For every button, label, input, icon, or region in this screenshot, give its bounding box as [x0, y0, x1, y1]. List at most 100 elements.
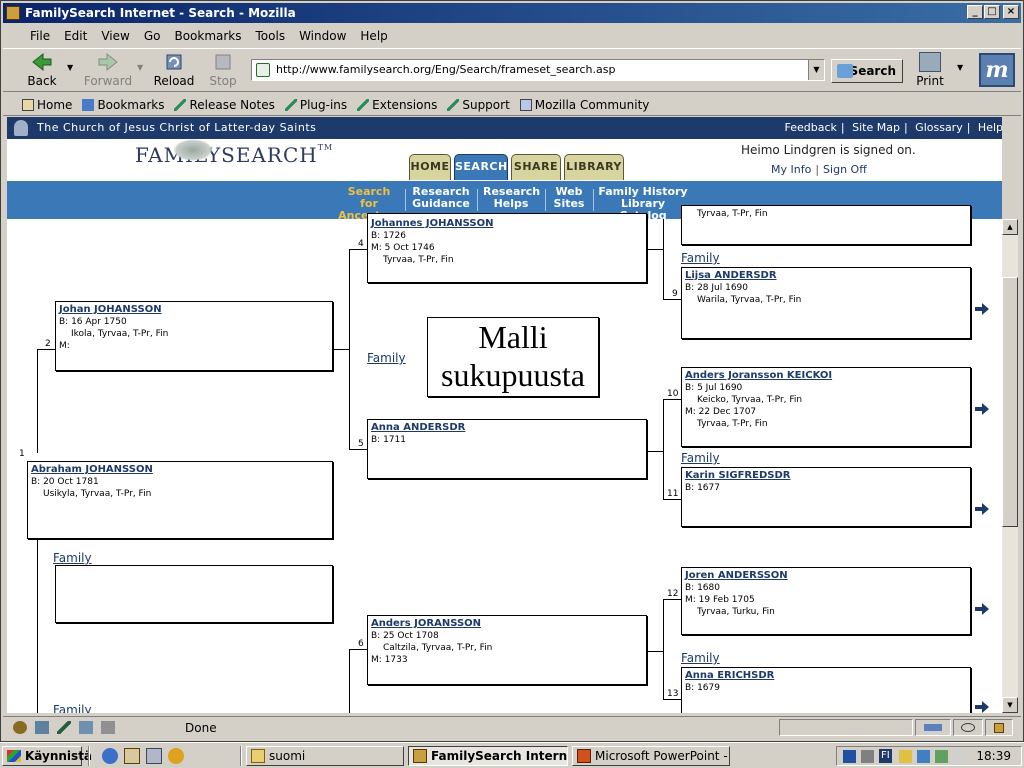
person-name[interactable]: Anders Joransson KEICKOI: [685, 370, 967, 382]
tab-search[interactable]: SEARCH: [454, 154, 508, 180]
family-link[interactable]: Family: [681, 251, 720, 265]
familysearch-logo[interactable]: FAMILYSEARCHTM: [135, 139, 333, 167]
family-link[interactable]: Family: [53, 703, 92, 713]
arrow-right-icon[interactable]: [975, 503, 989, 515]
tab-share[interactable]: SHARE: [511, 154, 561, 180]
help-link[interactable]: Help: [974, 121, 1002, 134]
menu-bookmarks[interactable]: Bookmarks: [167, 29, 248, 43]
network-icon[interactable]: [843, 750, 856, 763]
title-bar[interactable]: FamilySearch Internet - Search - Mozilla…: [3, 3, 1021, 23]
mail-icon[interactable]: [35, 721, 49, 734]
menu-edit[interactable]: Edit: [57, 29, 94, 43]
person-box-10[interactable]: Anders Joransson KEICKOI B: 5 Jul 1690 K…: [681, 367, 971, 447]
print-dropdown-icon[interactable]: ▼: [957, 63, 963, 72]
internet-explorer-icon[interactable]: [102, 748, 118, 764]
person-name[interactable]: Lijsa ANDERSDR: [685, 270, 967, 282]
menu-go[interactable]: Go: [137, 29, 168, 43]
person-name[interactable]: Anna ANDERSDR: [371, 422, 643, 434]
tab-home[interactable]: HOME: [409, 154, 451, 180]
menu-file[interactable]: File: [23, 29, 57, 43]
scroll-down-icon[interactable]: ▼: [1002, 697, 1018, 713]
person-box-13[interactable]: Anna ERICHSDR B: 1679: [681, 667, 971, 713]
person-box-spouse-empty[interactable]: [55, 565, 333, 623]
menu-tools[interactable]: Tools: [249, 29, 293, 43]
forward-button[interactable]: Forward: [83, 52, 133, 88]
show-desktop-icon[interactable]: [146, 748, 162, 764]
person-box-9[interactable]: Lijsa ANDERSDR B: 28 Jul 1690 Warila, Ty…: [681, 267, 971, 339]
tray-app-icon[interactable]: [953, 750, 966, 763]
family-link[interactable]: Family: [681, 651, 720, 665]
subnav-web-sites[interactable]: Web Sites: [549, 186, 589, 210]
start-button[interactable]: Käynnistä: [2, 746, 92, 766]
minimize-button[interactable]: _: [967, 5, 983, 19]
person-box-12[interactable]: Joren ANDERSSON B: 1680 M: 19 Feb 1705 T…: [681, 567, 971, 635]
task-familysearch[interactable]: FamilySearch Internet...: [408, 746, 568, 766]
scroll-thumb[interactable]: [1002, 277, 1018, 527]
navigator-icon[interactable]: [13, 721, 27, 734]
search-button[interactable]: Search: [831, 59, 903, 83]
family-link[interactable]: Family: [681, 451, 720, 465]
composer-icon[interactable]: [57, 721, 71, 734]
person-name[interactable]: Joren ANDERSSON: [685, 570, 967, 582]
media-player-icon[interactable]: [168, 748, 184, 764]
tray-app-icon[interactable]: [935, 750, 948, 763]
forward-dropdown-icon[interactable]: ▼: [137, 63, 143, 72]
volume-icon[interactable]: [861, 750, 874, 763]
scroll-up-icon[interactable]: ▲: [1002, 219, 1018, 235]
toolbar-plugins[interactable]: Plug-ins: [282, 98, 350, 112]
url-dropdown-icon[interactable]: ▼: [808, 60, 824, 80]
subnav-research-guidance[interactable]: Research Guidance: [411, 186, 471, 210]
eye-icon[interactable]: [961, 723, 975, 732]
print-button[interactable]: Print: [913, 52, 947, 88]
toolbar-support[interactable]: Support: [444, 98, 512, 112]
close-button[interactable]: ×: [1003, 5, 1019, 19]
mozilla-throbber-icon[interactable]: m: [979, 53, 1015, 87]
outlook-icon[interactable]: [124, 748, 140, 764]
connection-icon[interactable]: [924, 724, 942, 731]
url-bar[interactable]: http://www.familysearch.org/Eng/Search/f…: [251, 59, 825, 81]
feedback-link[interactable]: Feedback: [781, 121, 841, 134]
tray-app-icon[interactable]: [917, 750, 930, 763]
person-name[interactable]: Johannes JOHANSSON: [371, 218, 643, 230]
toolbar-bookmarks[interactable]: Bookmarks: [79, 98, 167, 112]
language-indicator[interactable]: FI: [879, 749, 892, 763]
site-map-link[interactable]: Site Map: [848, 121, 904, 134]
person-box-2[interactable]: Johan JOHANSSON B: 16 Apr 1750 Ikola, Ty…: [55, 301, 333, 371]
person-name[interactable]: Johan JOHANSSON: [59, 304, 329, 316]
task-powerpoint[interactable]: Microsoft PowerPoint - [3...: [572, 746, 730, 766]
person-box-8[interactable]: Tyrvaa, T-Pr, Fin: [681, 205, 971, 245]
vertical-scrollbar[interactable]: ▲ ▼: [1002, 219, 1018, 713]
person-name[interactable]: Abraham JOHANSSON: [31, 464, 329, 476]
family-link[interactable]: Family: [367, 351, 406, 365]
person-box-1[interactable]: Abraham JOHANSSON B: 20 Oct 1781 Usikyla…: [27, 461, 333, 539]
glossary-link[interactable]: Glossary: [911, 121, 967, 134]
tray-app-icon[interactable]: [899, 750, 912, 763]
menu-view[interactable]: View: [94, 29, 136, 43]
menu-window[interactable]: Window: [292, 29, 353, 43]
toolbar-mozilla-community[interactable]: Mozilla Community: [517, 98, 653, 112]
person-name[interactable]: Anna ERICHSDR: [685, 670, 967, 682]
person-box-6[interactable]: Anders JORANSSON B: 25 Oct 1708 Caltzila…: [367, 615, 647, 685]
arrow-right-icon[interactable]: [975, 701, 989, 713]
back-button[interactable]: Back: [17, 52, 67, 88]
lock-icon[interactable]: [994, 723, 1004, 733]
family-link[interactable]: Family: [53, 551, 92, 565]
stop-button[interactable]: Stop: [198, 52, 248, 88]
chat-icon[interactable]: [101, 721, 115, 734]
maximize-button[interactable]: □: [984, 5, 1000, 19]
task-suomi[interactable]: suomi: [246, 746, 404, 766]
person-name[interactable]: Anders JORANSSON: [371, 618, 643, 630]
arrow-right-icon[interactable]: [975, 603, 989, 615]
reload-button[interactable]: Reload: [149, 52, 199, 88]
back-dropdown-icon[interactable]: ▼: [67, 63, 73, 72]
person-box-4[interactable]: Johannes JOHANSSON B: 1726 M: 5 Oct 1746…: [367, 213, 647, 283]
toolbar-home[interactable]: Home: [19, 98, 75, 112]
address-book-icon[interactable]: [79, 721, 93, 734]
menu-help[interactable]: Help: [353, 29, 394, 43]
person-box-11[interactable]: Karin SIGFREDSDR B: 1677: [681, 467, 971, 527]
person-box-5[interactable]: Anna ANDERSDR B: 1711: [367, 419, 647, 479]
arrow-right-icon[interactable]: [975, 303, 989, 315]
my-info-link[interactable]: My Info: [771, 163, 811, 176]
person-name[interactable]: Karin SIGFREDSDR: [685, 470, 967, 482]
app-icon[interactable]: [6, 6, 20, 20]
